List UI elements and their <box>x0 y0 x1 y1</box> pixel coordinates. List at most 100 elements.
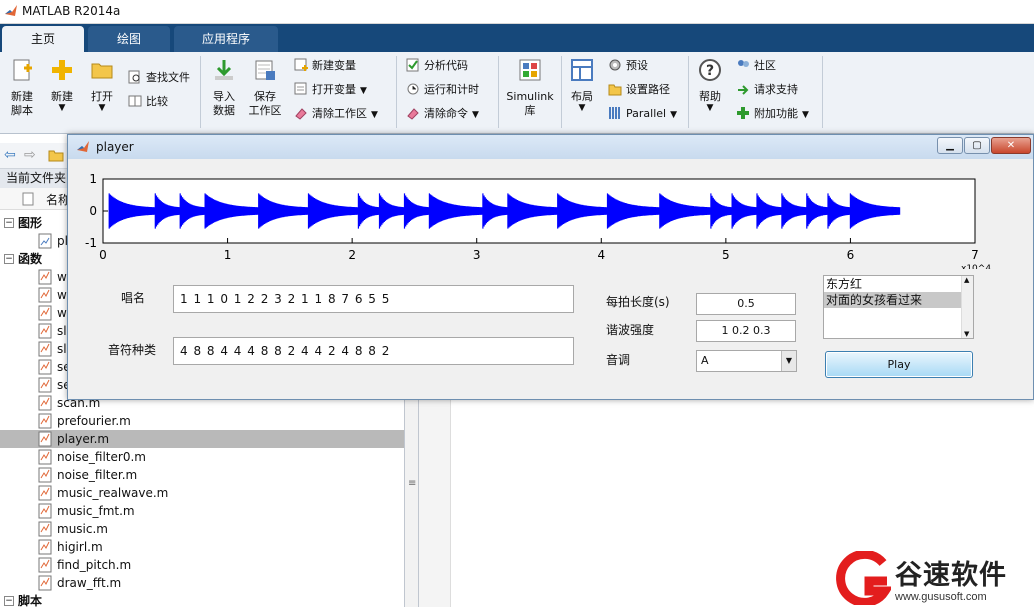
note-types-input[interactable]: 4 8 8 4 4 4 8 8 2 4 4 2 4 8 8 2 <box>173 337 574 365</box>
new-label: 新建 <box>51 90 73 103</box>
y-tick-label: 1 <box>89 172 97 186</box>
layout-button[interactable]: 布局 ▼ <box>566 58 598 113</box>
x-axis-exponent: x10^4 <box>961 264 991 269</box>
list-item[interactable]: prefourier.m <box>0 412 404 430</box>
preferences-button[interactable]: 预设 <box>608 56 648 76</box>
community-button[interactable]: 社区 <box>736 56 776 76</box>
find-files-button[interactable]: 查找文件 <box>128 68 190 88</box>
new-button[interactable]: 新建 ▼ <box>46 58 78 113</box>
scroll-up-icon[interactable]: ▲ <box>964 276 969 284</box>
parallel-dropdown-icon[interactable]: ▼ <box>670 110 677 120</box>
list-item[interactable]: noise_filter0.m <box>0 448 404 466</box>
collapse-icon[interactable]: − <box>4 596 14 606</box>
m-file-icon <box>38 575 52 591</box>
find-files-icon <box>128 70 140 84</box>
panel-splitter[interactable]: ≡ <box>405 400 419 607</box>
analyze-code-icon <box>406 58 419 72</box>
compare-icon <box>128 95 142 107</box>
group-scripts[interactable]: − 脚本 <box>0 592 404 607</box>
list-item[interactable]: player.m <box>0 430 404 448</box>
play-button[interactable]: Play <box>825 351 973 378</box>
song-item[interactable]: 东方红 <box>824 276 973 292</box>
analyze-code-button[interactable]: 分析代码 <box>406 56 468 76</box>
m-file-icon <box>38 341 52 357</box>
set-path-button[interactable]: 设置路径 <box>608 80 670 100</box>
list-item[interactable]: music.m <box>0 520 404 538</box>
ribbon-divider <box>498 56 499 128</box>
open-variable-dropdown-icon[interactable]: ▼ <box>360 86 367 96</box>
clear-commands-dropdown-icon[interactable]: ▼ <box>472 110 479 120</box>
list-item[interactable]: music_realwave.m <box>0 484 404 502</box>
close-button[interactable]: ✕ <box>991 137 1031 154</box>
editor-panel-edge <box>419 400 451 607</box>
parallel-label: Parallel <box>626 107 667 120</box>
add-ons-button[interactable]: 附加功能 ▼ <box>736 104 809 124</box>
compare-button[interactable]: 比较 <box>128 92 168 112</box>
player-window: player ▁ ▢ ✕ 0 1 2 3 4 5 6 7 1 0 -1 x10^4 唱名 1 1 1 … <box>67 134 1034 400</box>
request-support-button[interactable]: 请求支持 <box>736 80 798 100</box>
minimize-button[interactable]: ▁ <box>937 137 963 154</box>
import-data-button[interactable]: 导入 数据 <box>208 58 240 118</box>
run-and-time-label: 运行和计时 <box>424 83 479 96</box>
run-and-time-button[interactable]: 运行和计时 <box>406 80 479 100</box>
matlab-logo-icon <box>77 141 89 152</box>
file-name: higirl.m <box>57 540 103 554</box>
waveform-axes: 0 1 2 3 4 5 6 7 1 0 -1 x10^4 <box>68 159 1033 269</box>
m-file-icon <box>38 503 52 519</box>
ribbon-divider <box>561 56 562 128</box>
beat-length-input[interactable]: 0.5 <box>696 293 796 315</box>
new-variable-button[interactable]: 新建变量 <box>294 56 356 76</box>
up-folder-icon[interactable] <box>48 148 64 162</box>
open-label: 打开 <box>91 90 113 103</box>
x-tick-label: 4 <box>597 248 605 262</box>
simulink-library-button[interactable]: Simulink 库 <box>505 58 555 118</box>
clear-workspace-button[interactable]: 清除工作区 ▼ <box>294 104 378 124</box>
chevron-down-icon[interactable]: ▼ <box>781 351 796 371</box>
back-arrow-icon[interactable]: ⇦ <box>4 147 16 163</box>
group-scripts-label: 脚本 <box>18 594 43 607</box>
list-item[interactable]: higirl.m <box>0 538 404 556</box>
song-item[interactable]: 对面的女孩看过来 <box>824 292 973 308</box>
key-select[interactable]: A ▼ <box>696 350 797 372</box>
new-variable-label: 新建变量 <box>312 59 356 72</box>
save-workspace-button[interactable]: 保存 工作区 <box>248 58 282 118</box>
help-button[interactable]: ? 帮助 ▼ <box>694 58 726 113</box>
help-icon: ? <box>699 59 721 81</box>
community-label: 社区 <box>754 59 776 72</box>
splitter-grip-icon[interactable]: ≡ <box>408 478 416 489</box>
file-name: music.m <box>57 522 108 536</box>
group-functions-label: 函数 <box>18 252 43 266</box>
new-script-button[interactable]: 新建 脚本 <box>6 58 38 118</box>
open-variable-button[interactable]: 打开变量 ▼ <box>294 80 367 100</box>
m-file-icon <box>38 287 52 303</box>
scroll-down-icon[interactable]: ▼ <box>964 330 969 338</box>
harmonic-input[interactable]: 1 0.2 0.3 <box>696 320 796 342</box>
m-file-icon <box>38 323 52 339</box>
matlab-logo-icon <box>5 5 17 16</box>
clear-workspace-dropdown-icon[interactable]: ▼ <box>371 110 378 120</box>
list-item[interactable]: noise_filter.m <box>0 466 404 484</box>
song-list-scrollbar[interactable]: ▲ ▼ <box>961 276 973 338</box>
add-ons-dropdown-icon[interactable]: ▼ <box>802 110 809 120</box>
open-button[interactable]: 打开 ▼ <box>86 58 118 113</box>
key-select-value: A <box>701 354 709 367</box>
clear-commands-button[interactable]: 清除命令 ▼ <box>406 104 479 124</box>
song-list[interactable]: 东方红 对面的女孩看过来 ▲ ▼ <box>823 275 974 339</box>
notes-input[interactable]: 1 1 1 0 1 2 2 3 2 1 1 8 7 6 5 5 <box>173 285 574 313</box>
tab-apps[interactable]: 应用程序 <box>174 26 278 52</box>
file-name: w <box>57 288 67 302</box>
maximize-button[interactable]: ▢ <box>964 137 990 154</box>
collapse-icon[interactable]: − <box>4 254 14 264</box>
list-item[interactable]: music_fmt.m <box>0 502 404 520</box>
tab-home[interactable]: 主页 <box>2 26 84 52</box>
list-item[interactable]: find_pitch.m <box>0 556 404 574</box>
m-file-icon <box>38 539 52 555</box>
forward-arrow-icon[interactable]: ⇨ <box>24 147 36 163</box>
collapse-icon[interactable]: − <box>4 218 14 228</box>
player-title-bar[interactable]: player ▁ ▢ ✕ <box>68 135 1033 159</box>
simulink-icon <box>519 59 541 81</box>
parallel-button[interactable]: Parallel ▼ <box>608 104 677 124</box>
tab-plots[interactable]: 绘图 <box>88 26 170 52</box>
list-item[interactable]: draw_fft.m <box>0 574 404 592</box>
open-dropdown-icon: ▼ <box>98 103 106 113</box>
